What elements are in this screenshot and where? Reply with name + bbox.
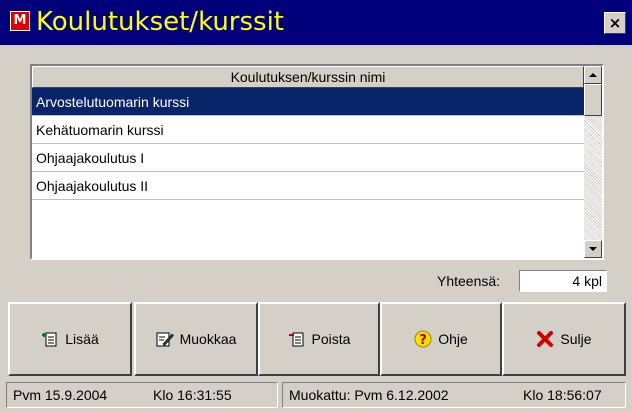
vertical-scrollbar[interactable] bbox=[584, 66, 602, 258]
column-header-name[interactable]: Koulutuksen/kurssin nimi bbox=[32, 66, 584, 88]
close-window-button[interactable]: × bbox=[604, 12, 626, 34]
list-item[interactable]: Arvostelutuomarin kurssi bbox=[32, 88, 584, 116]
edit-pencil-icon bbox=[156, 330, 174, 348]
help-button-label: Ohje bbox=[438, 331, 468, 347]
title-bar[interactable]: M Koulutukset/kurssit × bbox=[0, 0, 632, 45]
status-panel-modified: Muokattu: Pvm 6.12.2002 Klo 18:56:07 bbox=[282, 382, 626, 408]
scroll-up-button[interactable] bbox=[584, 66, 602, 84]
list-item[interactable]: Ohjaajakoulutus II bbox=[32, 172, 584, 200]
close-button-label: Sulje bbox=[560, 331, 592, 347]
total-value-field: 4 kpl bbox=[519, 270, 607, 292]
delete-document-icon bbox=[288, 330, 306, 348]
add-button-label: Lisää bbox=[65, 331, 99, 347]
window-title: Koulutukset/kurssit bbox=[36, 7, 285, 37]
scroll-down-button[interactable] bbox=[584, 240, 602, 258]
delete-button[interactable]: Poista bbox=[258, 302, 380, 376]
edit-button[interactable]: Muokkaa bbox=[134, 302, 258, 376]
status-date: Pvm 15.9.2004 bbox=[13, 387, 108, 403]
app-icon: M bbox=[10, 11, 30, 31]
status-panel-current: Pvm 15.9.2004 Klo 16:31:55 bbox=[6, 382, 278, 408]
status-modified-time: Klo 18:56:07 bbox=[523, 387, 602, 403]
help-button[interactable]: ? Ohje bbox=[380, 302, 502, 376]
list-item[interactable]: Kehätuomarin kurssi bbox=[32, 116, 584, 144]
arrow-up-icon bbox=[589, 73, 597, 77]
list-rows: Arvostelutuomarin kurssi Kehätuomarin ku… bbox=[32, 88, 584, 258]
list-item[interactable]: Ohjaajakoulutus I bbox=[32, 144, 584, 172]
status-time: Klo 16:31:55 bbox=[153, 387, 232, 403]
window: M Koulutukset/kurssit × Koulutuksen/kurs… bbox=[0, 0, 632, 412]
svg-text:?: ? bbox=[419, 333, 427, 348]
question-mark-icon: ? bbox=[414, 330, 432, 348]
arrow-down-icon bbox=[589, 247, 597, 251]
status-modified-date: Muokattu: Pvm 6.12.2002 bbox=[289, 387, 449, 403]
close-button[interactable]: Sulje bbox=[502, 302, 626, 376]
total-label: Yhteensä: bbox=[437, 273, 501, 289]
edit-button-label: Muokkaa bbox=[179, 331, 237, 347]
delete-button-label: Poista bbox=[311, 331, 351, 347]
courses-list[interactable]: Koulutuksen/kurssin nimi Arvostelutuomar… bbox=[30, 64, 604, 260]
add-document-icon bbox=[41, 330, 59, 348]
red-x-icon bbox=[536, 330, 554, 348]
add-button[interactable]: Lisää bbox=[8, 302, 132, 376]
scroll-thumb[interactable] bbox=[584, 84, 602, 116]
